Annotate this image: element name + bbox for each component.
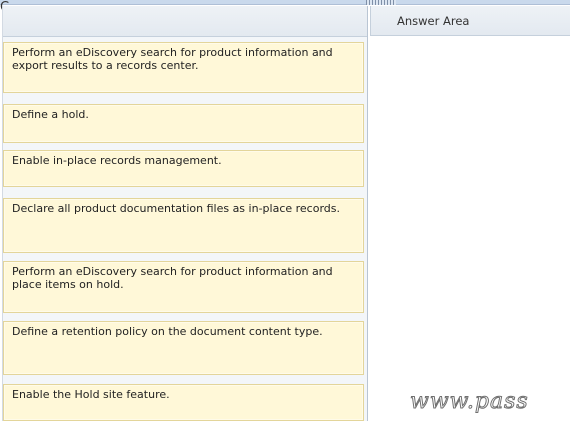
option-item-enable-records-management[interactable]: Enable in-place records management.: [3, 150, 364, 187]
option-item-enable-hold-feature[interactable]: Enable the Hold site feature.: [3, 384, 364, 421]
option-item-declare-records[interactable]: Declare all product documentation files …: [3, 198, 364, 253]
option-item-retention-policy[interactable]: Define a retention policy on the documen…: [3, 321, 364, 375]
option-item-ediscovery-hold[interactable]: Perform an eDiscovery search for product…: [3, 261, 364, 313]
answer-area-panel[interactable]: Answer Area: [370, 6, 570, 421]
top-strip: [0, 0, 570, 5]
watermark: www.pass: [410, 389, 529, 414]
option-item-define-hold[interactable]: Define a hold.: [3, 104, 364, 143]
option-item-ediscovery-export[interactable]: Perform an eDiscovery search for product…: [3, 42, 364, 93]
resize-grip-handle[interactable]: [366, 0, 396, 5]
answer-area-title: Answer Area: [370, 6, 570, 36]
options-panel-header: [3, 6, 367, 37]
